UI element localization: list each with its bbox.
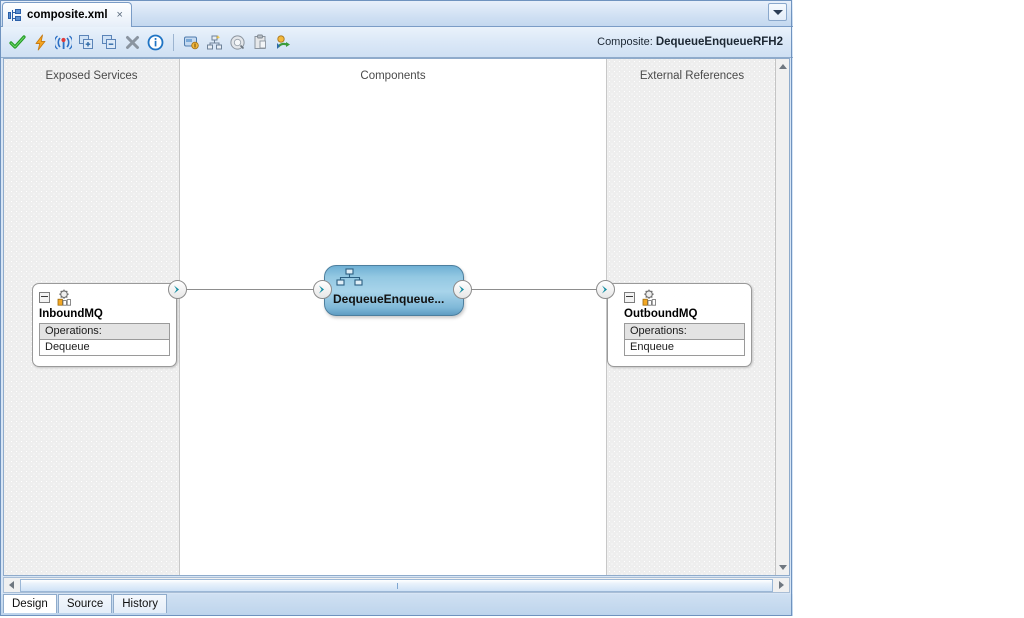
validate-button[interactable]: [6, 31, 29, 54]
horizontal-scroll-thumb[interactable]: [20, 579, 773, 592]
reference-operations-table: Operations: Enqueue: [624, 323, 745, 356]
toolbar-separator: [173, 34, 174, 51]
scroll-left-arrow[interactable]: [4, 578, 19, 592]
component-dequeueenqueue[interactable]: DequeueEnqueue...: [324, 265, 464, 316]
canvas-horizontal-scrollbar[interactable]: [3, 577, 790, 593]
antenna-signal-icon: [55, 34, 72, 51]
operation-row[interactable]: Dequeue: [40, 340, 169, 355]
collapse-toggle[interactable]: [624, 292, 635, 303]
chevron-right-badge: [317, 284, 328, 295]
canvas-vertical-scrollbar[interactable]: [775, 59, 789, 575]
chevron-down-icon: [773, 10, 783, 15]
remove-button[interactable]: [98, 31, 121, 54]
external-reference-outboundmq[interactable]: OutboundMQ Operations: Enqueue: [607, 283, 752, 367]
paste-button[interactable]: [249, 31, 272, 54]
info-circle-icon: [147, 34, 164, 51]
application-root: composite.xml ×: [0, 0, 1024, 618]
chevron-right-badge: [172, 284, 183, 295]
tab-design-label: Design: [12, 598, 48, 610]
lightning-bolt-icon: [33, 34, 49, 51]
auto-layout-icon: [206, 34, 223, 51]
editor-view-tabs: Design Source History: [0, 594, 793, 616]
composite-title: Composite: DequeueEnqueueRFH2: [597, 36, 783, 48]
document-tab-composite-xml[interactable]: composite.xml ×: [2, 2, 132, 27]
reference-header: [624, 289, 745, 306]
test-button[interactable]: [52, 31, 75, 54]
add-box-icon: [78, 34, 95, 51]
operation-row[interactable]: Enqueue: [625, 340, 744, 355]
tab-design[interactable]: Design: [3, 594, 57, 613]
operations-header: Operations:: [40, 324, 169, 340]
properties-icon: [183, 34, 200, 51]
tab-source[interactable]: Source: [58, 594, 112, 613]
editor-tabstrip: composite.xml ×: [0, 0, 793, 27]
chevron-right-badge: [600, 284, 611, 295]
composite-canvas[interactable]: Exposed Services Components External Ref…: [3, 58, 790, 576]
layout-button[interactable]: [203, 31, 226, 54]
properties-button[interactable]: [180, 31, 203, 54]
component-label: DequeueEnqueue...: [333, 292, 457, 306]
reference-name: OutboundMQ: [624, 308, 745, 320]
tab-history[interactable]: History: [113, 594, 167, 613]
delete-button[interactable]: [121, 31, 144, 54]
info-button[interactable]: [144, 31, 167, 54]
component-input-chevron[interactable]: [313, 280, 332, 299]
document-tab-label: composite.xml: [27, 9, 108, 21]
chevron-right-badge: [457, 284, 468, 295]
component-output-chevron[interactable]: [453, 280, 472, 299]
tab-history-label: History: [122, 598, 158, 610]
wire-service-to-component: [182, 289, 322, 290]
lane-title-exposed-services: Exposed Services: [4, 70, 179, 82]
mediator-icon: [335, 268, 365, 290]
service-endpoint-chevron[interactable]: [168, 280, 187, 299]
tab-source-label: Source: [67, 598, 103, 610]
composite-title-name: DequeueEnqueueRFH2: [656, 36, 783, 48]
refresh-button[interactable]: [226, 31, 249, 54]
run-button[interactable]: [272, 31, 295, 54]
tab-list-menu-button[interactable]: [768, 3, 787, 21]
wire-component-to-reference: [462, 289, 602, 290]
lane-title-external-references: External References: [607, 70, 777, 82]
service-name: InboundMQ: [39, 308, 170, 320]
service-header: [39, 289, 170, 306]
mq-adapter-icon: [55, 289, 76, 306]
refresh-disc-icon: [229, 34, 246, 51]
add-button[interactable]: [75, 31, 98, 54]
run-arrow-icon: [275, 34, 292, 51]
scroll-up-arrow[interactable]: [776, 59, 789, 74]
reference-endpoint-chevron[interactable]: [596, 280, 615, 299]
remove-box-icon: [101, 34, 118, 51]
scroll-right-arrow[interactable]: [774, 578, 789, 592]
collapse-toggle[interactable]: [39, 292, 50, 303]
deploy-button[interactable]: [29, 31, 52, 54]
composite-editor-window: composite.xml ×: [0, 0, 793, 616]
scroll-down-arrow[interactable]: [776, 560, 789, 575]
service-operations-table: Operations: Dequeue: [39, 323, 170, 356]
composite-file-icon: [8, 9, 22, 22]
lane-title-components: Components: [180, 70, 606, 82]
close-x-icon: [124, 34, 141, 51]
mq-adapter-icon: [640, 289, 661, 306]
close-icon[interactable]: ×: [113, 9, 123, 21]
exposed-service-inboundmq[interactable]: InboundMQ Operations: Dequeue: [32, 283, 177, 367]
clipboard-icon: [252, 34, 269, 51]
editor-toolbar: Composite: DequeueEnqueueRFH2: [0, 27, 793, 58]
desktop-background: [793, 0, 1024, 618]
lane-components: Components: [180, 59, 606, 575]
green-check-icon: [9, 34, 26, 51]
operations-header: Operations:: [625, 324, 744, 340]
composite-title-prefix: Composite:: [597, 36, 653, 48]
